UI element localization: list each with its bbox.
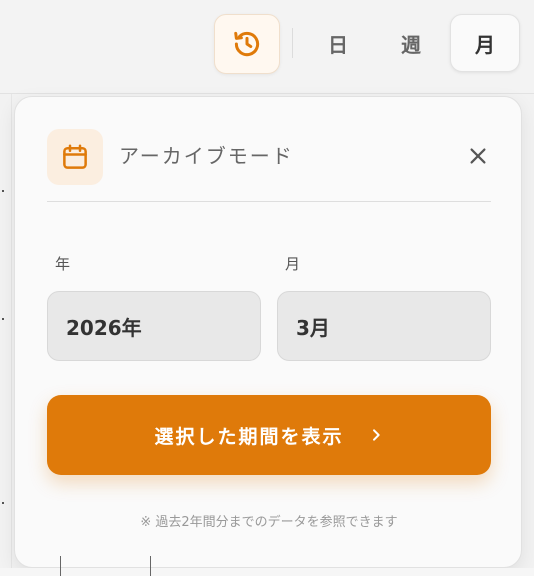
background-line	[60, 556, 61, 576]
background-column	[0, 94, 12, 576]
view-day-tab[interactable]: 日	[300, 14, 376, 72]
background-dot	[2, 190, 4, 192]
month-select-value: 3月	[296, 315, 330, 340]
app-page: 日 週 月 アーカイブモード 年 月 2026年 3月 選択した期間を表示 ※ …	[0, 0, 534, 576]
close-button[interactable]	[463, 141, 493, 171]
show-period-button-label: 選択した期間を表示	[154, 425, 344, 448]
month-select[interactable]: 3月	[277, 291, 491, 361]
year-label: 年	[55, 255, 71, 273]
popover-title: アーカイブモード	[119, 144, 294, 168]
archive-note: ※ 過去2年間分までのデータを参照できます	[140, 515, 398, 530]
month-label: 月	[285, 255, 301, 273]
background-dot	[2, 318, 4, 320]
view-week-tab[interactable]: 週	[376, 14, 446, 72]
popover-divider	[47, 201, 491, 202]
year-select[interactable]: 2026年	[47, 291, 261, 361]
background-dot	[2, 502, 4, 504]
background-line	[150, 556, 151, 576]
view-month-tab[interactable]: 月	[450, 14, 520, 72]
show-period-button[interactable]: 選択した期間を表示	[47, 395, 491, 475]
archive-popover: アーカイブモード 年 月 2026年 3月 選択した期間を表示 ※ 過去2年間分…	[14, 96, 522, 568]
history-button[interactable]	[214, 14, 280, 74]
background-bottom	[0, 568, 534, 576]
view-switcher: 日 週 月	[300, 12, 522, 74]
close-icon	[470, 148, 486, 164]
calendar-icon-box	[47, 129, 103, 185]
year-select-value: 2026年	[66, 315, 142, 340]
chevron-right-icon	[368, 427, 384, 443]
calendar-icon	[63, 144, 87, 169]
history-icon	[234, 31, 260, 57]
toolbar-divider	[292, 28, 293, 58]
